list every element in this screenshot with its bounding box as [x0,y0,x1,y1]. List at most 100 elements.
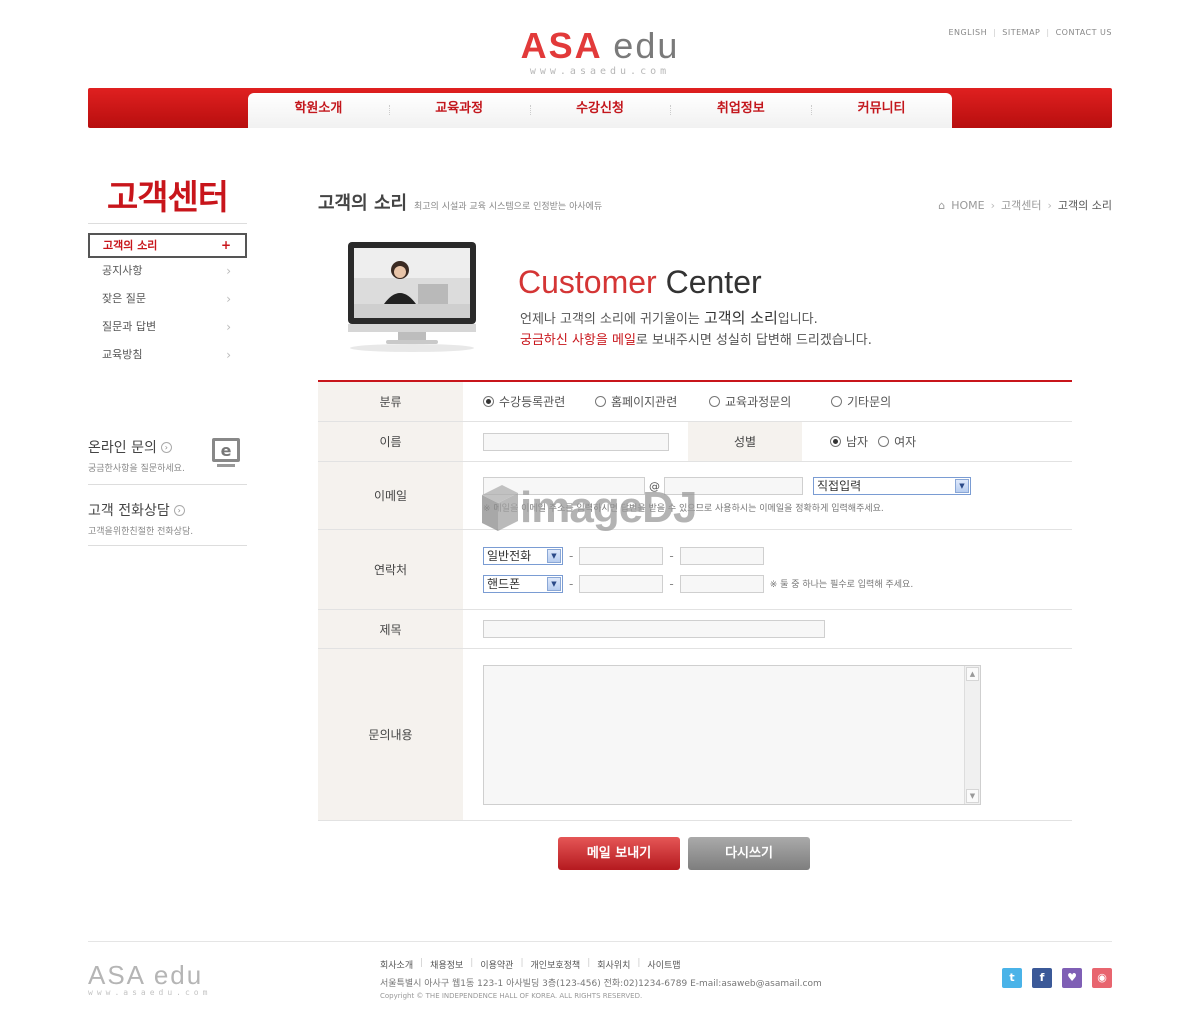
global-nav: 학원소개 교육과정 수강신청 취업정보 커뮤니티 [88,88,1112,128]
phone2-mid-input[interactable] [579,574,664,593]
phone2-last-input[interactable] [679,574,764,593]
form-row-subject: 제목 [318,610,1072,649]
name-input[interactable] [483,432,669,451]
scroll-down-icon[interactable]: ▼ [966,788,979,803]
footer-logo[interactable]: ASA edu www.asaedu.com [88,962,211,997]
content-textarea[interactable]: ▲ ▼ [483,664,981,805]
radio-curriculum[interactable]: 교육과정문의 [709,393,831,410]
lnb-item-label: 잦은 질문 [102,292,146,305]
chevron-right-icon: › [990,198,995,212]
radio-dot [878,436,890,447]
gnb-item-enroll[interactable]: 수강신청 [529,93,671,128]
footer-link-sitemap[interactable]: 사이트맵 [647,958,680,971]
radio-male[interactable]: 남자 [830,433,868,450]
twitter-icon[interactable]: t [1002,968,1022,988]
util-link-contact[interactable]: CONTACT US [1056,28,1112,37]
radio-homepage[interactable]: 홈페이지관련 [595,393,709,410]
reset-button[interactable]: 다시쓰기 [688,837,810,870]
form-row-name: 이름 성별 남자 여자 [318,422,1072,462]
scroll-up-icon[interactable]: ▲ [966,666,979,681]
lnb-item-voice[interactable]: 고객의 소리 + [88,233,247,258]
arrow-circle-icon: › [173,504,185,516]
sns-links: t f ♥ ◉ [1002,968,1112,988]
chevron-down-icon: ▼ [547,548,561,563]
util-link-english[interactable]: ENGLISH [948,28,987,37]
gender-options: 남자 여자 [802,422,1072,461]
footer-link-recruit[interactable]: 채용정보 [430,958,463,971]
phone-type-select-2[interactable]: 핸드폰 ▼ [483,574,563,593]
lnb-item-policy[interactable]: 교육방침 › [88,342,247,370]
util-link-sitemap[interactable]: SITEMAP [1002,28,1040,37]
phone-cell: 일반전화 ▼ - - 핸드폰 ▼ - - ※ 둘 중 하나는 필수로 입력해 주세요… [463,530,1072,609]
logo-url: www.asaedu.com [529,66,671,77]
email-domain-input[interactable] [664,477,803,495]
logo-mark: ASA edu [520,25,680,66]
email-inputs: @ 직접입력 ▼ [483,477,971,495]
chevron-right-icon: › [226,264,231,278]
lnb-item-label: 질문과 답변 [102,320,157,333]
computer-icon: e [212,438,240,467]
gnb-item-courses[interactable]: 교육과정 [388,93,530,128]
page-title: 고객의 소리 [318,193,408,214]
gnb-item-jobs[interactable]: 취업정보 [670,93,811,128]
arrow-circle-icon: › [160,441,172,453]
radio-dot [830,436,841,447]
chevron-down-icon: ▼ [547,576,561,591]
phone1-last-input[interactable] [679,546,764,565]
phone-consult-sub: 고객을위한친절한 전화상담. [88,527,194,537]
customer-center-banner: Customer Center 언제나 고객의 소리에 귀기울이는 고객의 소리… [318,236,1072,366]
content-label: 문의내용 [318,649,463,820]
form-buttons: 메일 보내기 다시쓰기 [558,837,810,870]
email-domain-select[interactable]: 직접입력 ▼ [813,477,971,495]
shield-icon[interactable]: ♥ [1062,968,1082,988]
radio-dot [709,396,720,407]
subject-label: 제목 [318,610,463,648]
radio-course[interactable]: 수강등록관련 [483,393,595,410]
breadcrumb: ⌂ HOME › 고객센터 › 고객의 소리 [938,197,1112,213]
home-icon: ⌂ [938,198,946,212]
gnb-item-about[interactable]: 학원소개 [248,93,389,128]
lnb-item-notice[interactable]: 공지사항 › [88,258,247,286]
facebook-icon[interactable]: f [1032,968,1052,988]
chevron-right-icon: › [226,292,231,306]
footer-link-terms[interactable]: 이용약관 [480,958,513,971]
banner-title: Customer Center [518,264,762,300]
page-subtitle: 최고의 시설과 교육 시스템으로 인정받는 아사에듀 [414,202,603,212]
plus-icon: + [220,238,231,252]
send-mail-button[interactable]: 메일 보내기 [558,837,680,870]
svg-text:e: e [221,441,232,460]
phone-consult-title: 고객 전화상담 › [88,500,247,520]
subject-input[interactable] [483,620,825,638]
online-inquiry-box[interactable]: 온라인 문의 › 궁금한사항을 질문하세요. e [88,437,247,485]
footer-links: 회사소개 | 채용정보 | 이용약관 | 개인보호정책 | 회사위치 | 사이트맵 [380,958,681,971]
phone1-mid-input[interactable] [579,546,664,565]
footer-link-location[interactable]: 회사위치 [597,958,630,971]
email-label: 이메일 [318,462,463,529]
phone-label: 연락처 [318,530,463,609]
phone-row-2: 핸드폰 ▼ - - ※ 둘 중 하나는 필수로 입력해 주세요. [483,574,913,593]
footer-link-privacy[interactable]: 개인보호정책 [531,958,581,971]
gender-label: 성별 [688,422,802,461]
phone-consult-box[interactable]: 고객 전화상담 › 고객을위한친절한 전화상담. [88,500,247,546]
lnb-item-label: 고객의 소리 [103,239,158,252]
footer-link-about[interactable]: 회사소개 [380,958,413,971]
name-label: 이름 [318,422,463,461]
breadcrumb-center[interactable]: 고객센터 [1001,197,1041,213]
radio-female[interactable]: 여자 [878,433,916,450]
email-id-input[interactable] [483,477,645,495]
blog-icon[interactable]: ◉ [1092,968,1112,988]
lnb-item-faq[interactable]: 잦은 질문 › [88,286,247,314]
chevron-right-icon: › [226,348,231,362]
form-row-content: 문의내용 ▲ ▼ [318,649,1072,821]
footer-divider [88,941,1112,942]
footer-copyright: Copyright © THE INDEPENDENCE HALL OF KOR… [380,992,643,1000]
textarea-scrollbar[interactable]: ▲ ▼ [964,665,980,804]
lnb-item-qna[interactable]: 질문과 답변 › [88,314,247,342]
phone-type-select-1[interactable]: 일반전화 ▼ [483,546,563,565]
category-label: 분류 [318,382,463,421]
site-logo[interactable]: ASA edu www.asaedu.com [505,25,695,78]
gnb-item-community[interactable]: 커뮤니티 [811,93,952,128]
radio-etc[interactable]: 기타문의 [831,393,891,410]
global-nav-menu: 학원소개 교육과정 수강신청 취업정보 커뮤니티 [248,93,952,128]
breadcrumb-home[interactable]: HOME [951,199,984,212]
